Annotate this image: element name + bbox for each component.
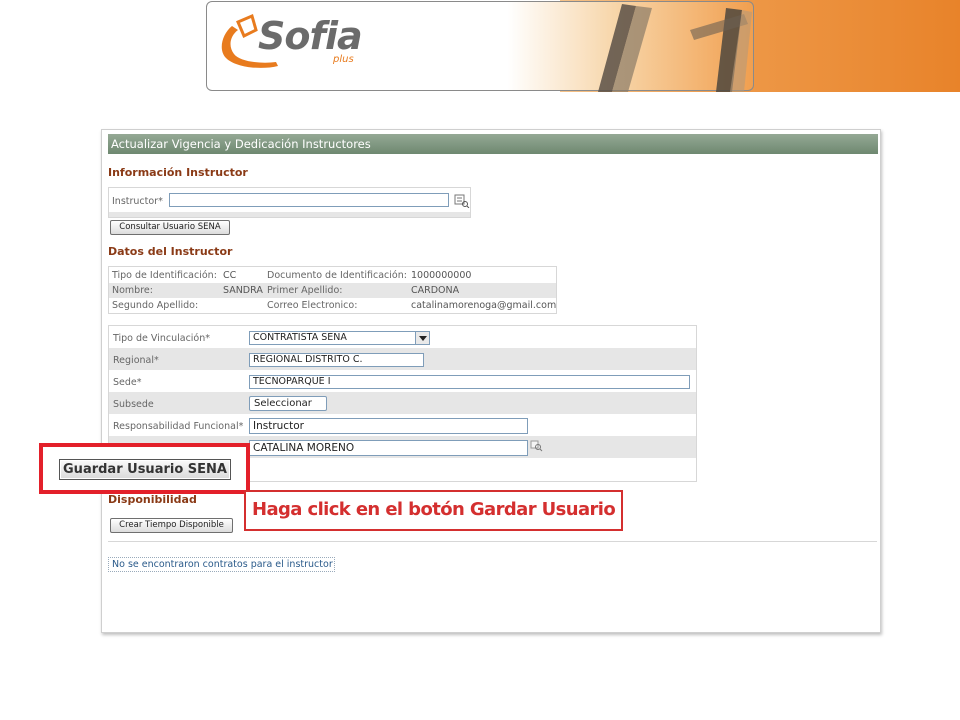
subsede-select-button[interactable]: Seleccionar [249, 396, 327, 411]
consult-user-button[interactable]: Consultar Usuario SENA [110, 220, 230, 235]
documento-value: 1000000000 [411, 270, 472, 281]
tipo-id-label: Tipo de Identificación: [112, 270, 217, 281]
no-contracts-notice: No se encontraron contratos para el inst… [108, 557, 335, 572]
instructor-input[interactable] [169, 193, 449, 207]
instructor-label: Instructor* [112, 196, 163, 207]
tipo-id-value: CC [223, 270, 237, 281]
correo-label: Correo Electronico: [267, 300, 358, 311]
section-divider [108, 541, 877, 542]
logo-wordmark: Sofia [258, 14, 363, 58]
regional-input[interactable]: REGIONAL DISTRITO C. [249, 353, 424, 367]
responsabilidad-label: Responsabilidad Funcional* [113, 421, 244, 432]
tipo-vinculacion-selected: CONTRATISTA SENA [253, 332, 347, 343]
logo-subtext: plus [333, 54, 354, 65]
window-title: Actualizar Vigencia y Dedicación Instruc… [108, 134, 878, 154]
regional-label: Regional* [113, 355, 159, 366]
sede-input[interactable]: TECNOPARQUE I [249, 375, 690, 389]
chevron-down-icon[interactable] [415, 332, 429, 344]
create-availability-button[interactable]: Crear Tiempo Disponible [110, 518, 233, 533]
nombre-label: Nombre: [112, 285, 153, 296]
section-title-info-instructor: Información Instructor [108, 166, 248, 179]
banner-decoration [221, 4, 752, 92]
primer-apellido-value: CARDONA [411, 285, 460, 296]
subsede-label: Subsede [113, 399, 154, 410]
tipo-vinculacion-select[interactable]: CONTRATISTA SENA [249, 331, 430, 345]
instruction-callout: Haga click en el botón Gardar Usuario SE… [244, 490, 623, 531]
responsabilidad-input[interactable]: Instructor [249, 418, 528, 434]
save-user-button[interactable]: Guardar Usuario SENA [59, 459, 231, 480]
section-title-disponibilidad: Disponibilidad [108, 493, 197, 506]
section-title-datos-instructor: Datos del Instructor [108, 245, 233, 258]
tipo-vinculacion-label: Tipo de Vinculación* [113, 333, 211, 344]
documento-label: Documento de Identificación: [267, 270, 407, 281]
instructor-search-panel: Instructor* [108, 187, 471, 218]
correo-value: catalinamorenoga@gmail.com [411, 300, 557, 311]
supervisor-input[interactable]: CATALINA MORENO [249, 440, 528, 456]
magnifier-icon[interactable] [530, 440, 544, 452]
nombre-value: SANDRA [223, 285, 263, 296]
segundo-apellido-label: Segundo Apellido: [112, 300, 199, 311]
instructor-details-panel: Tipo de Identificación: CC Documento de … [108, 266, 557, 314]
lookup-icon[interactable] [454, 194, 470, 208]
sede-label: Sede* [113, 377, 142, 388]
header-banner: Sofia plus [0, 0, 960, 92]
primer-apellido-label: Primer Apellido: [267, 285, 343, 296]
